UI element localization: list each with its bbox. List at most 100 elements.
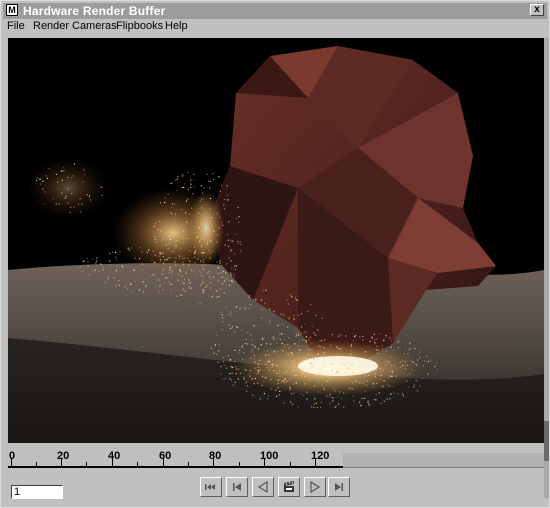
particle — [336, 346, 338, 348]
particle — [189, 250, 191, 252]
render-sequence-button[interactable] — [278, 477, 300, 497]
particle — [109, 252, 111, 254]
particle — [397, 393, 399, 395]
particle — [263, 393, 265, 395]
particle — [318, 345, 320, 347]
particle — [193, 173, 195, 175]
particle — [247, 307, 249, 309]
particle — [162, 256, 164, 258]
particle — [417, 390, 419, 392]
particle — [257, 348, 259, 350]
menu-render[interactable]: Render — [33, 20, 69, 32]
particle — [206, 241, 209, 243]
particle — [218, 176, 220, 178]
menu-cameras[interactable]: Cameras — [72, 20, 117, 32]
current-frame-field[interactable]: 1 — [11, 485, 63, 499]
particle — [252, 394, 254, 396]
particle — [297, 300, 299, 302]
particle — [313, 403, 315, 405]
particle — [179, 269, 181, 271]
particle — [202, 268, 204, 270]
particle — [260, 325, 262, 327]
particle — [200, 239, 202, 241]
play-forward-button[interactable] — [304, 477, 326, 497]
particle — [350, 343, 353, 345]
time-slider[interactable]: 0 20 40 60 80 100 120 — [8, 443, 343, 471]
menu-file[interactable]: File — [7, 20, 25, 32]
particle — [350, 364, 352, 366]
particle — [57, 188, 59, 190]
particle — [188, 278, 190, 280]
particle — [70, 177, 72, 179]
particle — [231, 326, 233, 328]
particle — [407, 386, 409, 388]
particle — [269, 367, 271, 369]
particle — [63, 167, 65, 169]
particle — [404, 349, 406, 351]
particle — [226, 278, 228, 280]
menu-help[interactable]: Help — [165, 20, 188, 32]
particle — [181, 255, 184, 257]
particle — [397, 341, 399, 344]
particle — [235, 306, 238, 308]
particle — [86, 257, 88, 259]
particle — [413, 386, 415, 388]
particle — [170, 290, 172, 292]
particle — [188, 213, 190, 215]
particle — [338, 353, 340, 355]
particle — [340, 397, 342, 399]
particle — [304, 354, 306, 356]
particle — [291, 352, 293, 354]
particle — [297, 357, 299, 359]
particle — [184, 234, 186, 236]
particle — [290, 294, 292, 296]
particle — [162, 268, 164, 270]
particle — [393, 392, 395, 394]
particle — [218, 296, 220, 298]
step-forward-button[interactable] — [328, 477, 350, 497]
particle — [238, 216, 240, 218]
particle — [375, 399, 377, 401]
resize-grip[interactable] — [544, 421, 549, 461]
title-bar[interactable]: M Hardware Render Buffer x — [3, 3, 547, 19]
particle — [354, 381, 356, 383]
particle — [293, 392, 295, 394]
particle — [230, 327, 232, 329]
particle — [287, 367, 289, 370]
particle — [231, 315, 233, 317]
particle — [236, 265, 238, 267]
particle — [127, 288, 129, 290]
play-backward-button[interactable] — [252, 477, 274, 497]
particle — [324, 366, 327, 368]
particle — [292, 353, 294, 355]
particle — [235, 366, 237, 368]
particle — [291, 296, 293, 298]
particle — [190, 180, 192, 182]
particle — [217, 272, 219, 275]
particle — [180, 271, 182, 273]
particle — [286, 353, 288, 355]
particle — [264, 302, 266, 304]
particle — [244, 308, 246, 310]
particle — [119, 251, 121, 253]
particle — [237, 368, 239, 370]
particle — [228, 257, 230, 259]
particle — [406, 374, 408, 376]
particle — [236, 326, 238, 328]
particle — [285, 361, 287, 363]
go-to-start-button[interactable] — [200, 477, 222, 497]
particle — [238, 352, 240, 354]
step-back-button[interactable] — [226, 477, 248, 497]
particle — [345, 335, 347, 337]
particle — [191, 305, 193, 307]
particle — [203, 252, 205, 254]
particle — [327, 380, 329, 382]
particle — [280, 313, 282, 315]
particle — [226, 263, 228, 265]
particle — [237, 242, 240, 244]
menu-flipbooks[interactable]: Flipbooks — [116, 20, 163, 32]
timeline-track[interactable] — [8, 466, 343, 468]
close-button[interactable]: x — [530, 4, 544, 16]
particle — [194, 251, 196, 253]
particle — [360, 404, 362, 407]
